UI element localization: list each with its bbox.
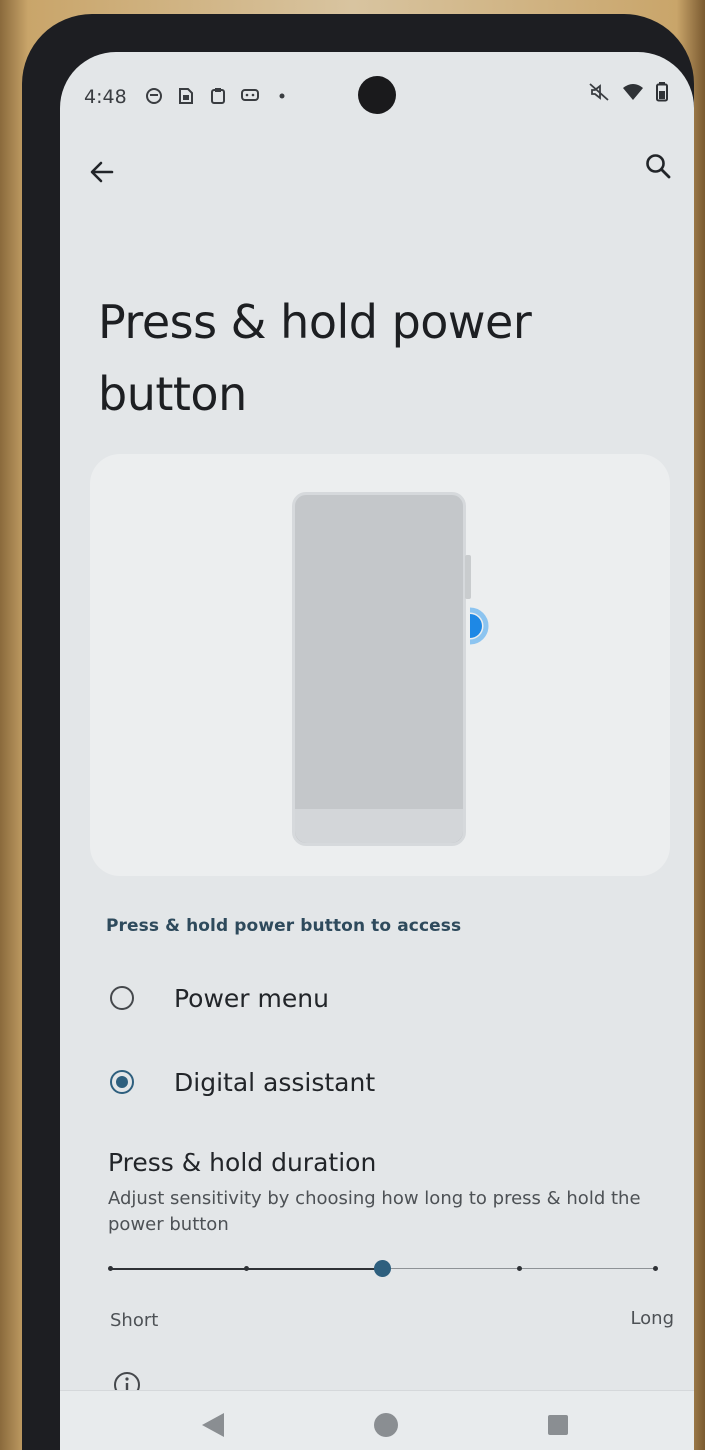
- nav-recents-icon[interactable]: [548, 1415, 568, 1435]
- search-icon: [646, 154, 671, 179]
- search-button[interactable]: [636, 144, 680, 188]
- page-title: Press & hold power button: [98, 295, 532, 421]
- radio-button-power-menu[interactable]: [110, 986, 134, 1010]
- radio-label: Power menu: [174, 983, 329, 1013]
- slider-tick: [517, 1266, 522, 1271]
- dot-icon: [272, 86, 292, 106]
- nav-back-icon[interactable]: [200, 1411, 226, 1439]
- clipboard-icon: [208, 86, 228, 106]
- slider-tick: [108, 1266, 113, 1271]
- app-bar: [60, 142, 694, 202]
- camera-cutout: [358, 76, 396, 114]
- sim-icon: [176, 86, 196, 106]
- radio-option-power-menu[interactable]: Power menu: [100, 966, 660, 1030]
- radio-selected-dot: [116, 1076, 128, 1088]
- slider-tick: [653, 1266, 658, 1271]
- nav-home-icon[interactable]: [374, 1413, 398, 1437]
- screen: 4:48 Press & hold power button Press & h…: [60, 52, 694, 1450]
- back-button[interactable]: [80, 150, 124, 194]
- status-time: 4:48: [84, 86, 127, 108]
- duration-title: Press & hold duration: [108, 1148, 377, 1177]
- radio-button-digital-assistant[interactable]: [110, 1070, 134, 1094]
- access-section-header: Press & hold power button to access: [106, 916, 462, 936]
- illustration-phone-button: [465, 555, 471, 599]
- duration-slider[interactable]: [108, 1256, 660, 1282]
- status-bar: 4:48: [60, 52, 694, 132]
- slider-max-label: Long: [630, 1308, 674, 1329]
- slider-tick: [244, 1266, 249, 1271]
- status-icons-right: [588, 82, 668, 106]
- illustration-phone-chin: [295, 809, 463, 843]
- wifi-icon: [622, 83, 644, 105]
- slider-thumb[interactable]: [374, 1260, 391, 1277]
- slider-min-label: Short: [110, 1310, 159, 1331]
- duration-subtitle: Adjust sensitivity by choosing how long …: [108, 1188, 641, 1235]
- notification-icon: [144, 86, 164, 106]
- mute-icon: [588, 82, 610, 106]
- power-button-illustration: [90, 454, 670, 876]
- radio-label: Digital assistant: [174, 1067, 376, 1097]
- device-frame: 4:48 Press & hold power button Press & h…: [22, 14, 694, 1450]
- navigation-bar: [60, 1390, 694, 1450]
- arrow-back-icon: [90, 161, 114, 183]
- illustration-phone: [292, 492, 471, 846]
- message-icon: [240, 86, 260, 106]
- press-indicator-icon: [469, 607, 489, 645]
- battery-icon: [656, 82, 668, 106]
- status-icons-left: [144, 86, 292, 106]
- radio-option-digital-assistant[interactable]: Digital assistant: [100, 1050, 660, 1114]
